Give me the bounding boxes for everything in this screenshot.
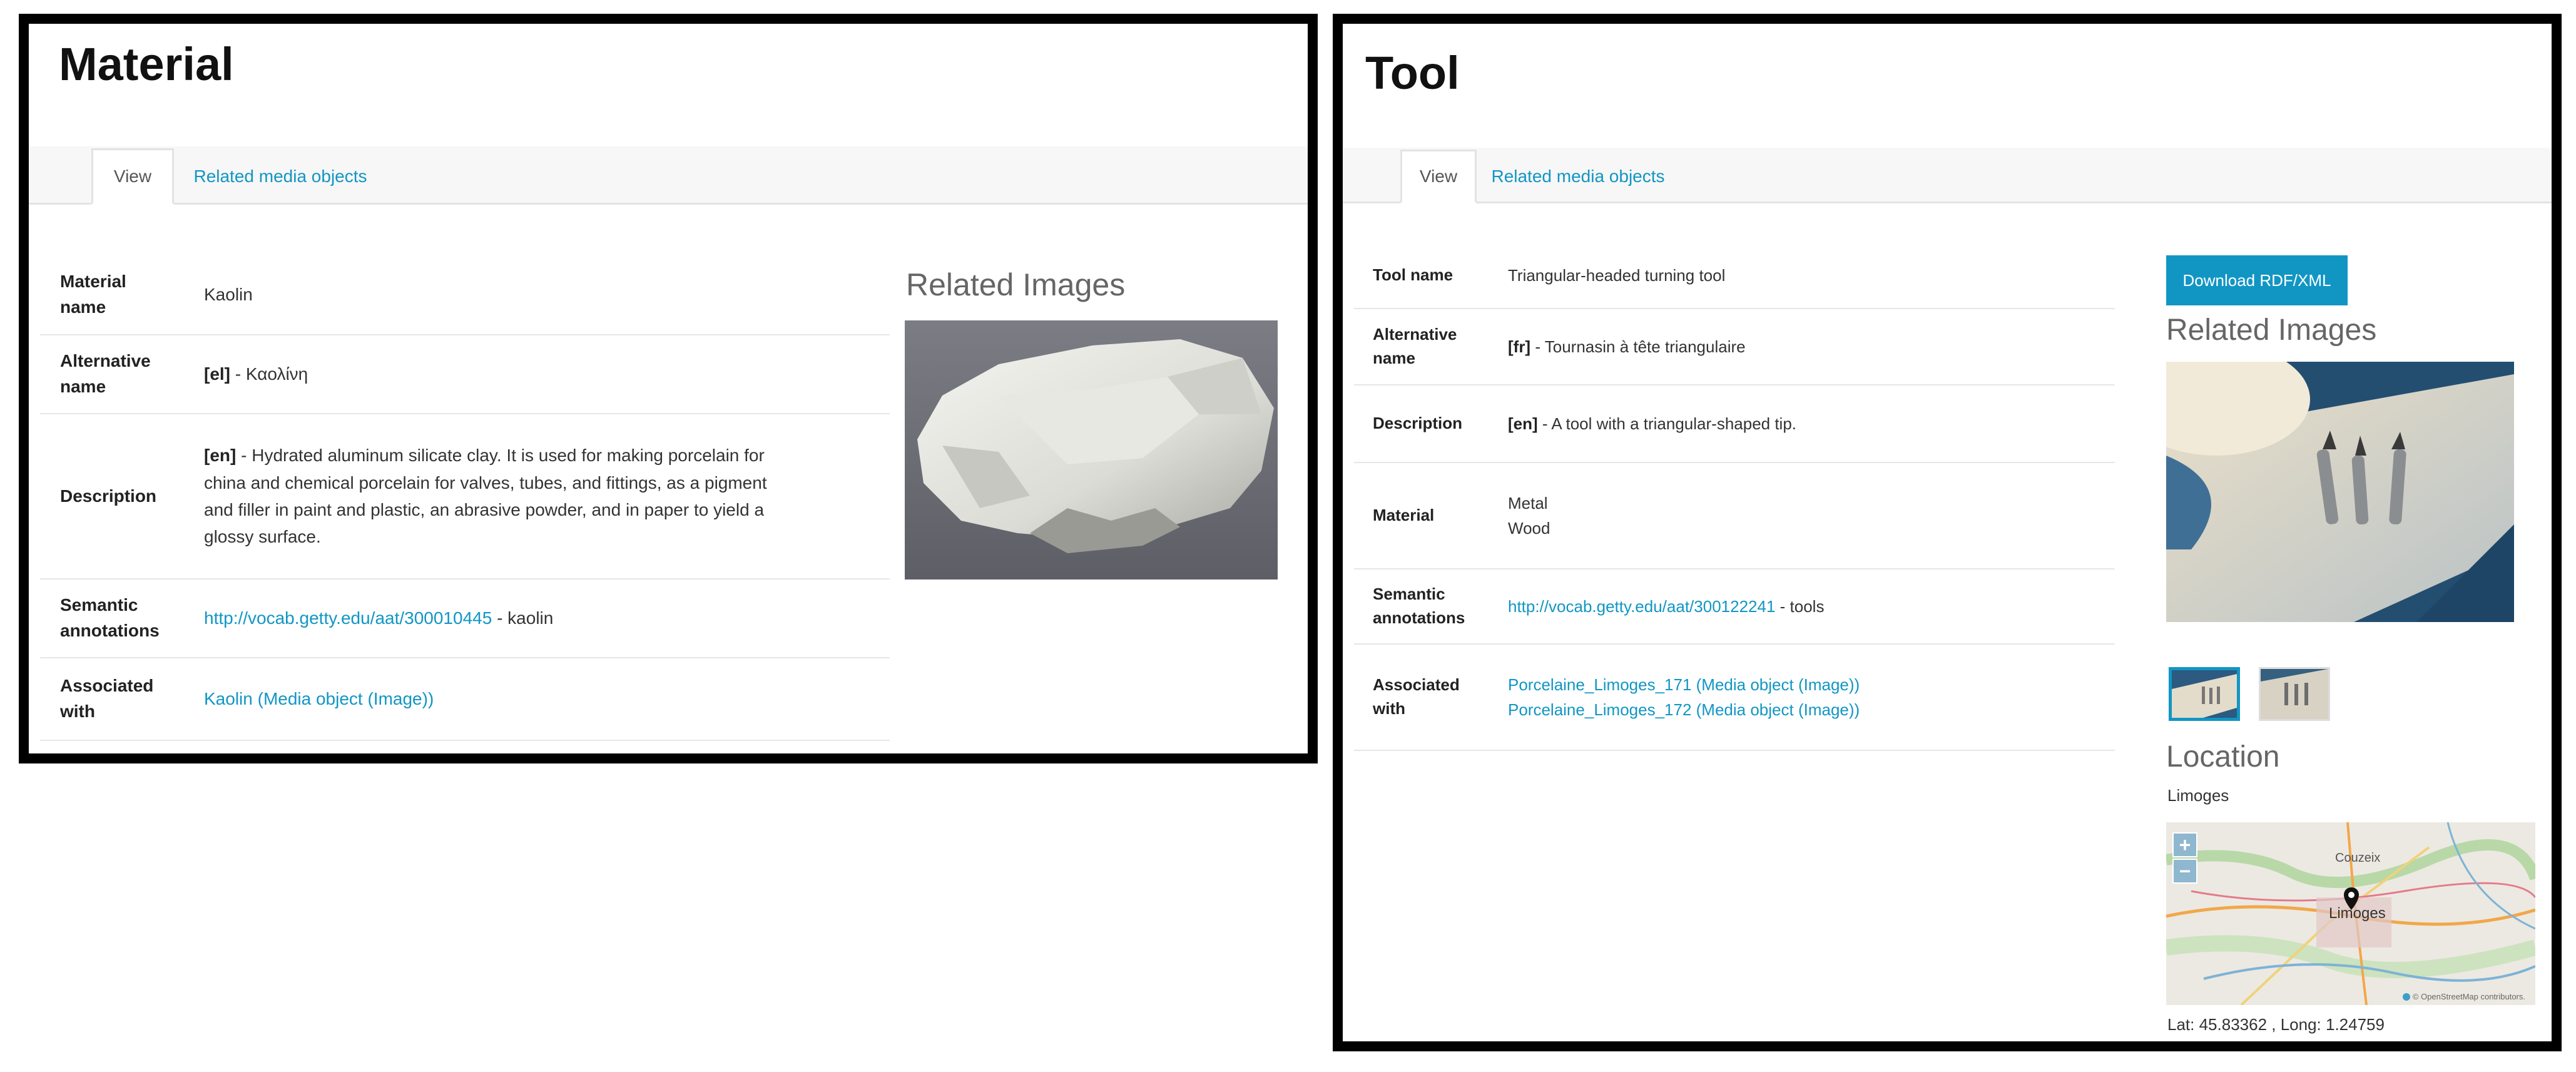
map-attribution: © OpenStreetMap contributors. — [2402, 992, 2525, 1001]
getty-aat-link[interactable]: http://vocab.getty.edu/aat/300122241 — [1508, 597, 1775, 616]
tool-panel: Tool View Related media objects Tool nam… — [1333, 14, 2562, 1051]
tab-bar: View Related media objects — [29, 146, 1308, 205]
property-label: Associated with — [1373, 675, 1460, 718]
language-tag: [en] — [204, 446, 237, 466]
property-row-alternative-name: Alternative name [fr] - Tournasin à tête… — [1354, 309, 2115, 385]
related-image-tools[interactable] — [2166, 362, 2514, 622]
property-label: Associated with — [60, 676, 154, 721]
tools-thumbnail-icon — [2261, 669, 2328, 719]
page-title: Material — [59, 38, 234, 90]
property-value: Porcelaine_Limoges_171 (Media object (Im… — [1508, 672, 2096, 723]
property-label: Description — [60, 486, 157, 506]
property-row-description: Description [en] - A tool with a triangu… — [1354, 385, 2115, 463]
language-tag: [fr] — [1508, 337, 1531, 356]
thumbnail-image[interactable] — [2169, 667, 2240, 721]
tab-bar: View Related media objects — [1343, 148, 2552, 203]
map-marker-icon[interactable] — [2342, 886, 2361, 911]
associated-media-link[interactable]: Porcelaine_Limoges_171 (Media object (Im… — [1508, 672, 2096, 697]
location-heading: Location — [2166, 740, 2280, 773]
thumbnail-image[interactable] — [2259, 667, 2330, 721]
kaolin-rock-image — [905, 320, 1278, 579]
getty-aat-link[interactable]: http://vocab.getty.edu/aat/300010445 — [204, 608, 492, 628]
leaflet-icon — [2402, 993, 2410, 1001]
location-map[interactable]: + − Couzeix Limoges © OpenStreetMap cont… — [2166, 822, 2535, 1005]
property-label: Description — [1373, 414, 1463, 433]
property-value: http://vocab.getty.edu/aat/300122241 - t… — [1508, 596, 1825, 616]
property-value: [fr] - Tournasin à tête triangulaire — [1508, 337, 1746, 356]
map-zoom-in-button[interactable]: + — [2172, 832, 2197, 857]
download-rdf-xml-button[interactable]: Download RDF/XML — [2166, 255, 2348, 305]
property-row-semantic-annotations: Semantic annotations http://vocab.getty.… — [40, 579, 890, 658]
property-value: Triangular-headed turning tool — [1508, 265, 1726, 285]
related-images-heading: Related Images — [2166, 314, 2377, 347]
property-value: [el] - Καολίνη — [204, 364, 308, 384]
tab-view[interactable]: View — [1400, 150, 1477, 203]
property-label: Alternative name — [60, 351, 151, 396]
map-label-town: Couzeix — [2335, 851, 2381, 865]
property-row-material-name: Material name Kaolin — [40, 255, 890, 335]
associated-media-link[interactable]: Porcelaine_Limoges_172 (Media object (Im… — [1508, 697, 2096, 722]
property-row-description: Description [en] - Hydrated aluminum sil… — [40, 414, 890, 579]
image-thumbnails — [2169, 667, 2330, 721]
properties-table: Tool name Triangular-headed turning tool… — [1354, 243, 2115, 751]
property-label: Semantic annotations — [1373, 584, 1465, 627]
tab-view[interactable]: View — [91, 148, 174, 205]
page-title: Tool — [1365, 47, 1460, 99]
material-panel: Material View Related media objects Mate… — [19, 14, 1318, 763]
properties-table: Material name Kaolin Alternative name [e… — [40, 255, 890, 741]
associated-media-link[interactable]: Kaolin (Media object (Image)) — [204, 689, 434, 708]
language-tag: [el] — [204, 364, 230, 384]
tab-related-media-objects[interactable]: Related media objects — [1484, 150, 1672, 203]
tools-thumbnail-icon — [2172, 670, 2237, 718]
language-tag: [en] — [1508, 414, 1538, 433]
property-value: Kaolin (Media object (Image)) — [204, 685, 830, 712]
turning-tools-image — [2166, 362, 2514, 622]
property-row-associated-with: Associated with Kaolin (Media object (Im… — [40, 658, 890, 741]
property-row-alternative-name: Alternative name [el] - Καολίνη — [40, 335, 890, 414]
openstreetmap-attribution-link[interactable]: © OpenStreetMap contributors. — [2413, 992, 2525, 1001]
property-value: Kaolin — [204, 285, 253, 305]
property-label: Material — [1373, 506, 1435, 525]
related-images-heading: Related Images — [906, 267, 1126, 302]
property-row-semantic-annotations: Semantic annotations http://vocab.getty.… — [1354, 569, 2115, 645]
property-value: http://vocab.getty.edu/aat/300010445 - k… — [204, 608, 554, 628]
property-value: [en] - A tool with a triangular-shaped t… — [1508, 414, 1797, 433]
related-image-kaolin[interactable] — [905, 320, 1278, 579]
property-row-associated-with: Associated with Porcelaine_Limoges_171 (… — [1354, 645, 2115, 751]
location-coordinates: Lat: 45.83362 , Long: 1.24759 — [2167, 1015, 2385, 1034]
property-value: [en] - Hydrated aluminum silicate clay. … — [204, 446, 767, 547]
map-zoom-out-button[interactable]: − — [2172, 859, 2197, 884]
property-value: Metal Wood — [1508, 493, 1550, 538]
property-label: Semantic annotations — [60, 595, 160, 640]
property-label: Material name — [60, 272, 126, 317]
location-name: Limoges — [2167, 786, 2229, 805]
property-row-material: Material Metal Wood — [1354, 463, 2115, 569]
property-label: Tool name — [1373, 265, 1453, 285]
tab-related-media-objects[interactable]: Related media objects — [186, 148, 374, 205]
property-label: Alternative name — [1373, 325, 1457, 367]
property-row-tool-name: Tool name Triangular-headed turning tool — [1354, 243, 2115, 309]
